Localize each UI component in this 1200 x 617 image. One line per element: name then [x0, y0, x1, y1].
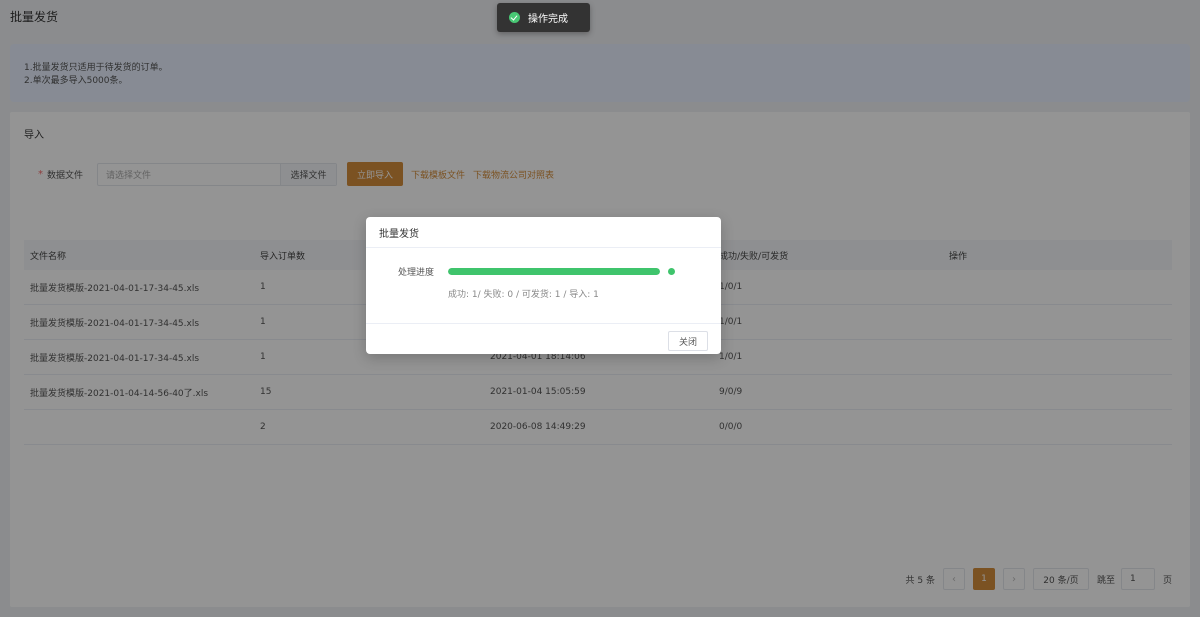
progress-row: 处理进度	[366, 265, 721, 278]
success-toast: 操作完成	[497, 3, 590, 32]
progress-bar	[448, 267, 660, 275]
success-dot-icon	[668, 267, 675, 275]
batch-ship-dialog: 批量发货 处理进度 成功: 1/ 失败: 0 / 可发货: 1 / 导入: 1 …	[366, 217, 721, 354]
close-button[interactable]: 关闭	[668, 331, 708, 351]
dialog-title: 批量发货	[366, 217, 721, 248]
progress-label: 处理进度	[397, 267, 434, 278]
progress-stats: 成功: 1/ 失败: 0 / 可发货: 1 / 导入: 1	[448, 290, 599, 300]
check-circle-icon	[509, 12, 520, 23]
toast-message: 操作完成	[528, 14, 568, 25]
dialog-footer: 关闭	[366, 323, 721, 354]
progress-fill	[448, 267, 660, 275]
